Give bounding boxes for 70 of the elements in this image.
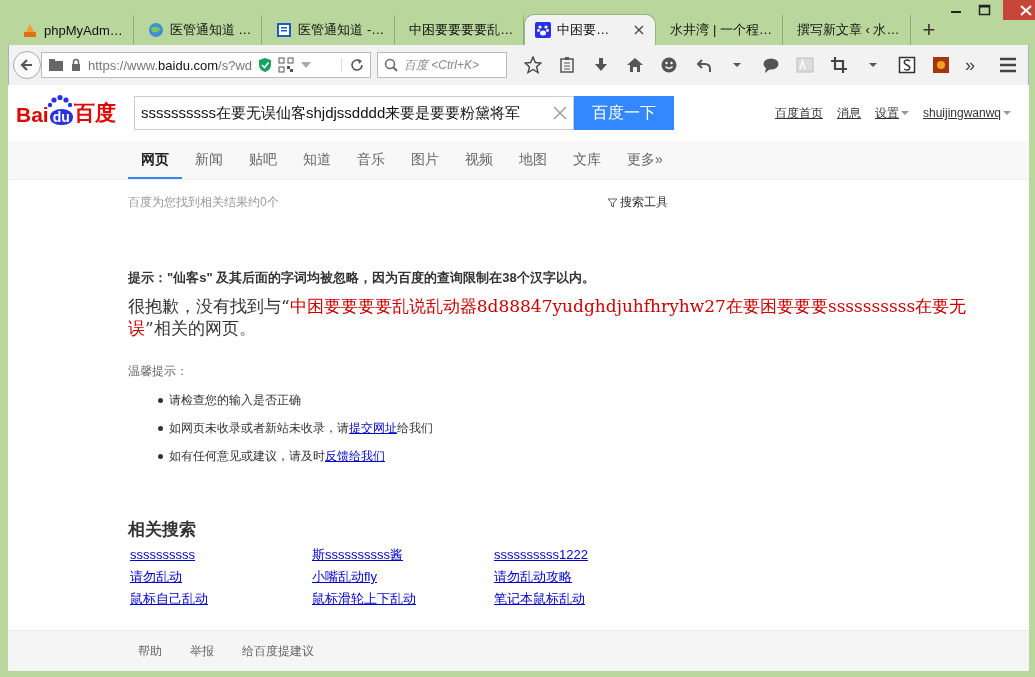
qr-code-icon[interactable] — [278, 57, 295, 73]
related-search-link[interactable]: ssssssssss — [130, 545, 195, 565]
related-search-link[interactable]: 小嘴乱动fly — [312, 567, 377, 587]
smiley-icon[interactable] — [659, 55, 679, 75]
nav-tab[interactable]: 音乐 — [344, 141, 398, 179]
header-link[interactable]: shuijingwanwq — [922, 106, 1011, 120]
notice-text: 提示："仙客s" 及其后面的字词均被忽略，因为百度的查询限制在38个汉字以内。 — [128, 269, 596, 287]
tip-text: 如有任何意见或建议，请及时反馈给我们 — [169, 447, 385, 465]
no-result-message: 很抱歉，没有找到与“中困要要要要乱说乱动器8d88847yudghdjuhfhryhw27在要困要要要ssssssssss在要无误”相关的网页。 — [128, 295, 968, 339]
crop-icon[interactable] — [829, 55, 849, 75]
folder-icon[interactable] — [48, 58, 64, 72]
nav-tab[interactable]: 新闻 — [182, 141, 236, 179]
nav-tab[interactable]: 网页 — [128, 141, 182, 179]
related-search-link[interactable]: 鼠标自己乱动 — [130, 589, 208, 609]
related-search-link[interactable]: 请勿乱动 — [130, 567, 182, 587]
browser-tab[interactable]: 中困要… — [524, 14, 657, 45]
nav-tab[interactable]: 文库 — [560, 141, 614, 179]
clear-icon[interactable] — [552, 105, 568, 121]
link[interactable]: 反馈给我们 — [325, 448, 385, 463]
tips-title: 温馨提示： — [128, 363, 189, 380]
footer-link[interactable]: 帮助 — [138, 642, 162, 660]
paw-icon — [535, 22, 552, 38]
header-link[interactable]: 百度首页 — [774, 104, 823, 122]
related-search-link[interactable]: 请勿乱动攻略 — [494, 567, 572, 587]
related-search-link[interactable]: 鼠标滑轮上下乱动 — [312, 589, 416, 609]
caret-icon[interactable] — [900, 110, 909, 116]
close-icon[interactable] — [633, 24, 646, 36]
nav-tab[interactable]: 贴吧 — [236, 141, 290, 179]
bullet-icon — [158, 397, 163, 403]
reload-icon[interactable] — [341, 58, 364, 72]
tip-text: 请检查您的输入是否正确 — [169, 391, 301, 409]
sun-badge-icon[interactable] — [931, 55, 951, 75]
url-text: https://www.baidu.com/s?wd — [88, 57, 253, 73]
bullet-icon — [158, 425, 163, 431]
header-link[interactable]: 设置 — [874, 104, 909, 122]
pma-logo-icon — [22, 22, 38, 38]
related-searches-title: 相关搜索 — [128, 519, 197, 541]
tip-text: 如网页未收录或者新站未收录，请提交网址给我们 — [169, 419, 433, 437]
result-count: 百度为您找到相关结果约0个 — [128, 194, 279, 211]
overflow-button[interactable]: » — [965, 54, 975, 76]
shield-icon[interactable] — [258, 57, 273, 73]
nav-tab[interactable]: 更多» — [614, 141, 676, 179]
nav-tab[interactable]: 地图 — [506, 141, 560, 179]
reading-list-icon[interactable] — [557, 55, 577, 75]
globe-icon — [147, 22, 164, 38]
caret-icon[interactable] — [1003, 110, 1011, 116]
nav-tab[interactable]: 图片 — [398, 141, 452, 179]
document-icon — [276, 22, 293, 38]
search-tools-link[interactable]: 搜索工具 — [620, 194, 668, 211]
letter-s-icon[interactable] — [897, 55, 917, 75]
search-field[interactable]: 百度 <Ctrl+K> — [377, 52, 507, 78]
menu-icon[interactable] — [998, 55, 1018, 75]
new-tab-button[interactable]: + — [910, 15, 948, 45]
nav-tab[interactable]: 知道 — [290, 141, 344, 179]
filter-icon[interactable] — [608, 197, 618, 208]
home-icon[interactable] — [625, 55, 645, 75]
related-search-link[interactable]: 笔记本鼠标乱动 — [494, 589, 585, 609]
search-icon — [384, 58, 398, 72]
footer-link[interactable]: 给百度提建议 — [242, 642, 314, 660]
header-link[interactable]: 消息 — [836, 104, 861, 122]
address-bar[interactable]: https://www.baidu.com/s?wd — [41, 52, 371, 78]
footer-link[interactable]: 举报 — [190, 642, 214, 660]
related-search-link[interactable]: 斯ssssssssss酱 — [312, 545, 403, 565]
related-search-link[interactable]: ssssssssss1222 — [494, 545, 588, 565]
link[interactable]: 提交网址 — [349, 420, 397, 435]
bookmark-star-icon[interactable] — [523, 55, 543, 75]
bullet-icon — [158, 453, 163, 459]
nav-tab[interactable]: 视频 — [452, 141, 506, 179]
lock-icon — [70, 58, 82, 72]
search-field[interactable]: ssssssssss在要无误仙客shjdjssdddd来要是要要粉黛将军 — [134, 96, 574, 130]
